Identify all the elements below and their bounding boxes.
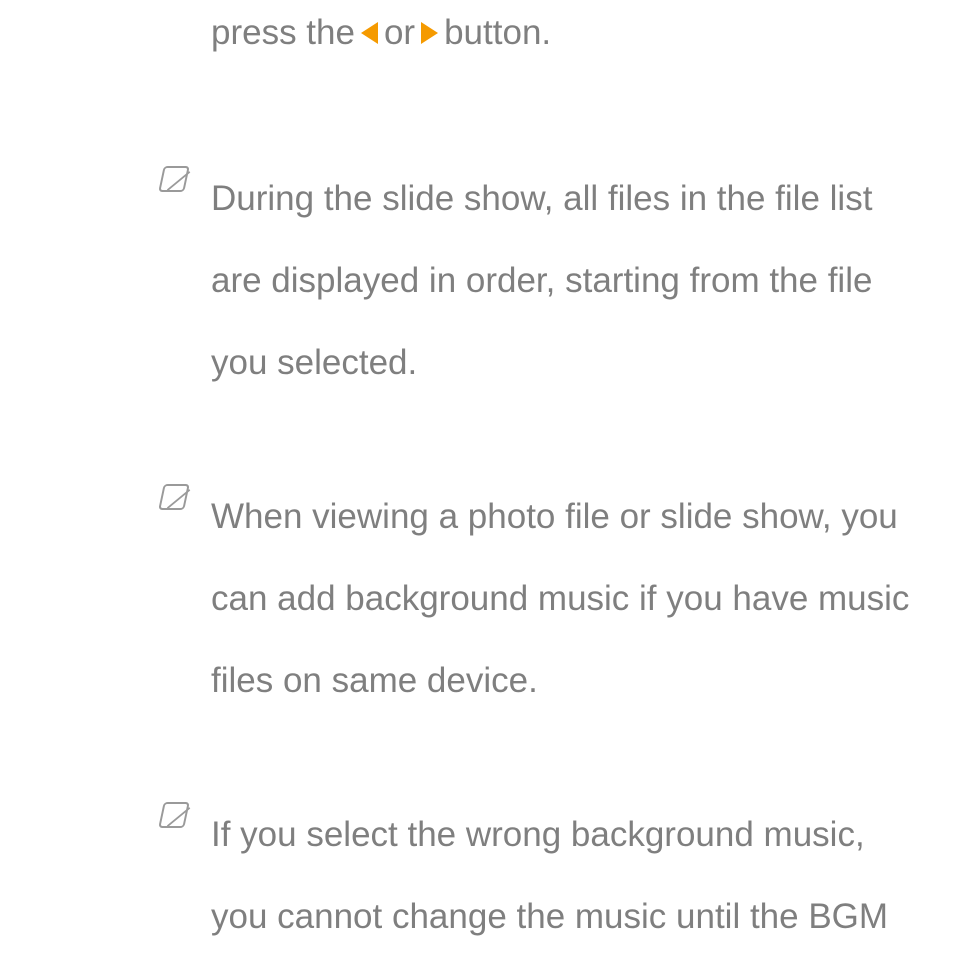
instruction-suffix: button. — [444, 5, 551, 60]
instruction-or: or — [384, 5, 415, 60]
instruction-prefix: press the — [211, 5, 355, 60]
left-arrow-icon — [361, 22, 378, 44]
note-icon — [158, 802, 190, 828]
note-item: During the slide show, all files in the … — [211, 158, 924, 404]
note-icon — [158, 484, 190, 510]
note-text: When viewing a photo file or slide show,… — [211, 497, 909, 700]
note-item: When viewing a photo file or slide show,… — [211, 476, 924, 722]
instruction-line: press the or button. — [211, 5, 954, 60]
note-text: If you select the wrong background music… — [211, 815, 888, 936]
note-item: If you select the wrong background music… — [211, 794, 924, 958]
right-arrow-icon — [421, 22, 438, 44]
note-text: During the slide show, all files in the … — [211, 179, 872, 382]
manual-page: press the or button. During the slide sh… — [0, 0, 954, 977]
note-icon — [158, 166, 190, 192]
